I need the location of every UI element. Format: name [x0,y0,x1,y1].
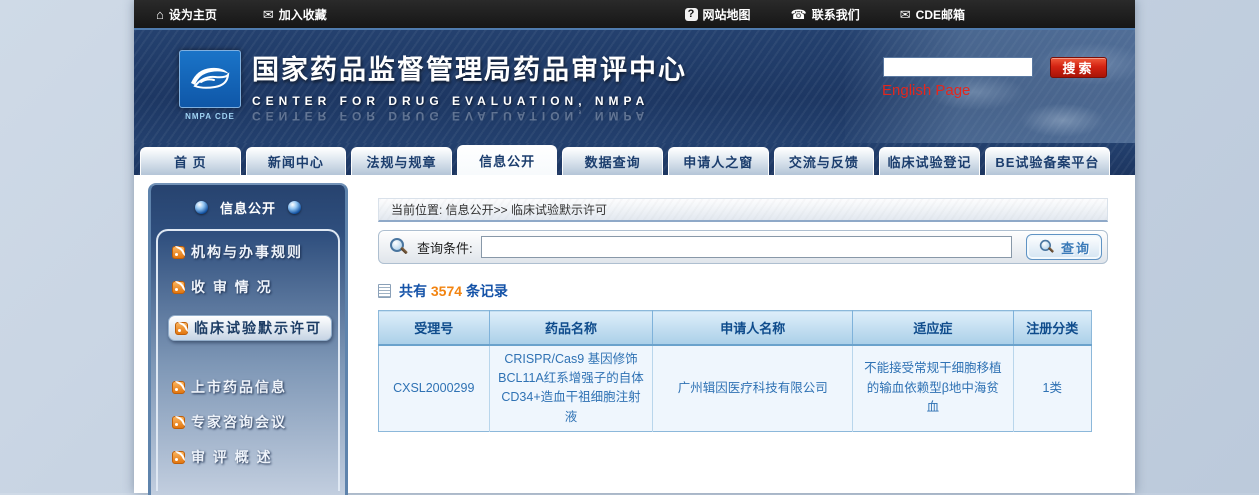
breadcrumb: 当前位置: 信息公开>> 临床试验默示许可 [378,198,1108,222]
sidebar-item-acceptance-review[interactable]: 收 审 情 况 [172,280,338,294]
cde-mailbox-link[interactable]: ✉ CDE邮箱 [900,6,965,23]
sidebar-title: 信息公开 [219,200,276,216]
logo-caption: NMPA CDE [185,112,235,121]
tab-communication[interactable]: 交流与反馈 [773,147,875,175]
top-utility-bar: ⌂ 设为主页 ✉ 加入收藏 ? 网站地图 ☎ 联系我们 ✉ CDE邮箱 [134,0,1135,30]
rss-icon [172,380,185,394]
rss-icon [172,450,185,464]
mail-icon: ✉ [899,6,911,22]
set-homepage-label: 设为主页 [168,7,217,22]
site-title-english: CENTER FOR DRUG EVALUATION, NMPA [252,94,650,108]
content-area: 信息公开 机构与办事规则 收 审 情 况 临床试验默示许可 上市药品信息 专家咨… [134,175,1135,495]
table-header-row: 受理号 药品名称 申请人名称 适应症 注册分类 [378,310,1092,346]
add-favorite-label: 加入收藏 [278,7,327,22]
tab-information-disclosure[interactable]: 信息公开 [456,145,558,175]
main-navigation: 首 页 新闻中心 法规与规章 信息公开 数据查询 申请人之窗 交流与反馈 临床试… [134,143,1135,175]
col-indication: 适应症 [852,310,1014,346]
set-homepage-link[interactable]: ⌂ 设为主页 [156,6,217,23]
query-condition-label: 查询条件: [417,240,473,256]
query-button-label: 查询 [1060,240,1091,256]
cell-indication: 不能接受常规干细胞移植的输血依赖型β地中海贫血 [852,344,1014,432]
sidebar-item-org-rules[interactable]: 机构与办事规则 [172,245,338,259]
query-button[interactable]: 查询 [1026,234,1102,260]
tab-clinical-trial-registry[interactable]: 临床试验登记 [879,147,980,175]
sidebar-menu-panel: 机构与办事规则 收 审 情 况 临床试验默示许可 上市药品信息 专家咨询会议 审… [156,229,340,491]
col-drug-name: 药品名称 [489,310,654,346]
sidebar-item-marketed-drug-info[interactable]: 上市药品信息 [172,380,338,394]
glossy-sphere-icon [194,200,208,214]
sidebar-information-disclosure: 信息公开 机构与办事规则 收 审 情 况 临床试验默示许可 上市药品信息 专家咨… [148,183,348,495]
site-title-english-reflection: CENTER FOR DRUG EVALUATION, NMPA [252,109,650,123]
tab-regulations[interactable]: 法规与规章 [351,147,452,175]
count-number: 3574 [430,283,463,299]
header-search-input[interactable] [883,57,1033,77]
record-count-row: 共有 3574 条记录 [378,281,1108,301]
query-condition-input[interactable] [480,236,1012,258]
contact-us-link[interactable]: ☎ 联系我们 [791,6,860,23]
magnifier-icon [1039,239,1055,255]
results-table: 受理号 药品名称 申请人名称 适应症 注册分类 CXSL2000299 CRIS… [378,310,1092,432]
add-favorite-link[interactable]: ✉ 加入收藏 [263,6,327,23]
col-acceptance-number: 受理号 [378,310,490,346]
rss-icon [172,245,185,259]
count-suffix: 条记录 [465,283,508,299]
sitemap-link[interactable]: ? 网站地图 [684,6,751,23]
english-page-link[interactable]: English Page [882,82,970,99]
cell-drug-name: CRISPR/Cas9 基因修饰BCL11A红系增强子的自体CD34+造血干祖细… [489,344,654,432]
site-title-block: 国家药品监督管理局药品审评中心 CENTER FOR DRUG EVALUATI… [252,48,687,123]
tab-applicant-window[interactable]: 申请人之窗 [667,147,769,175]
sidebar-item-expert-advisory-meeting[interactable]: 专家咨询会议 [172,415,338,429]
sidebar-item-review-overview[interactable]: 审 评 概 述 [172,450,338,464]
query-condition-bar: 查询条件: 查询 [378,230,1108,264]
col-applicant-name: 申请人名称 [652,310,854,346]
col-registration-class: 注册分类 [1013,310,1092,346]
magnifier-icon [389,237,409,257]
cde-page: ⌂ 设为主页 ✉ 加入收藏 ? 网站地图 ☎ 联系我们 ✉ CDE邮箱 NMPA… [134,0,1135,495]
contact-us-label: 联系我们 [811,7,860,22]
topbar-left-links: ⌂ 设为主页 ✉ 加入收藏 [156,6,327,23]
rss-icon [172,415,185,429]
tab-data-query[interactable]: 数据查询 [562,147,663,175]
count-prefix: 共有 [399,283,427,299]
cell-applicant-name: 广州辑因医疗科技有限公司 [652,344,854,432]
tab-home[interactable]: 首 页 [140,147,241,175]
tab-be-trial-platform[interactable]: BE试验备案平台 [984,147,1110,175]
list-icon [378,284,391,298]
rss-icon [175,321,188,335]
cell-registration-class: 1类 [1013,344,1092,432]
rss-icon [172,280,185,294]
sidebar-title-bar: 信息公开 [151,185,345,229]
mail-icon: ✉ [262,6,274,22]
sitemap-label: 网站地图 [702,7,751,22]
cde-mailbox-label: CDE邮箱 [915,7,965,22]
topbar-right-links: ? 网站地图 ☎ 联系我们 ✉ CDE邮箱 [684,6,965,23]
cde-logo-icon [179,50,241,108]
cde-logo[interactable]: NMPA CDE [178,50,242,121]
table-row[interactable]: CXSL2000299 CRISPR/Cas9 基因修饰BCL11A红系增强子的… [378,344,1092,432]
swoosh-eye-glyph [191,67,230,89]
site-header: NMPA CDE 国家药品监督管理局药品审评中心 CENTER FOR DRUG… [134,30,1135,143]
tab-news[interactable]: 新闻中心 [245,147,347,175]
site-title-chinese: 国家药品监督管理局药品审评中心 [252,55,687,85]
sidebar-item-clinical-trial-implied-license[interactable]: 临床试验默示许可 [168,315,332,341]
phone-icon: ☎ [790,6,807,22]
question-icon: ? [684,7,698,21]
glossy-sphere-icon [288,200,301,214]
home-icon: ⌂ [156,6,164,22]
cell-acceptance-number: CXSL2000299 [378,344,490,432]
main-panel: 当前位置: 信息公开>> 临床试验默示许可 查询条件: 查询 共有 3574 条… [378,198,1108,432]
header-search-button[interactable]: 搜索 [1050,57,1107,78]
